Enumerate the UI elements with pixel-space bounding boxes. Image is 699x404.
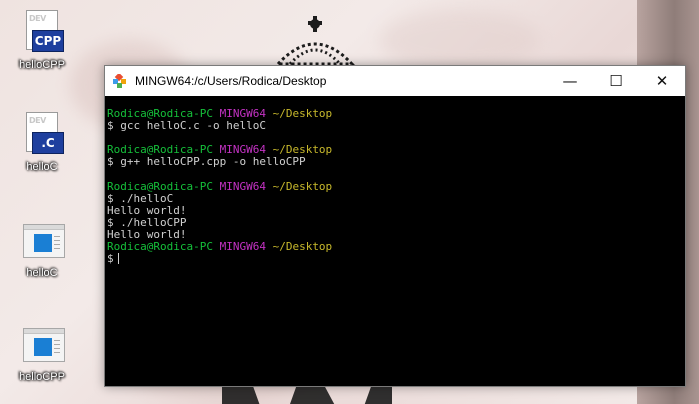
desktop-icon-helloc-exe[interactable]: helloC [12, 216, 72, 279]
scrollbar[interactable] [675, 97, 685, 385]
minimize-button[interactable]: — [547, 66, 593, 96]
prompt-line: Rodica@Rodica-PC MINGW64 ~/Desktop [107, 240, 333, 254]
desktop-icon-hellocpp-exe[interactable]: helloCPP [12, 320, 72, 383]
executable-icon [20, 216, 65, 264]
window-title: MINGW64:/c/Users/Rodica/Desktop [135, 74, 327, 88]
crown-ornament-icon [274, 16, 356, 66]
cpp-file-icon: DEV CPP [20, 8, 64, 56]
input-line[interactable]: $ [107, 253, 675, 265]
text-cursor [117, 253, 119, 265]
command-line: $ g++ helloCPP.cpp -o helloCPP [107, 155, 306, 169]
desktop-icon-label: helloCPP [19, 371, 65, 383]
wallpaper-ornament [222, 385, 392, 404]
maximize-button[interactable]: ☐ [593, 66, 639, 96]
command-line: $ gcc helloC.c -o helloC [107, 119, 266, 133]
git-bash-icon [113, 74, 126, 88]
desktop-icon-label: helloC [26, 267, 58, 279]
prompt-line: Rodica@Rodica-PC MINGW64 ~/Desktop [107, 179, 333, 193]
terminal-output[interactable]: Rodica@Rodica-PC MINGW64 ~/Desktop $ gcc… [105, 97, 675, 385]
command-line: $ ./helloCPP [107, 215, 187, 229]
input-prompt: $ [107, 252, 114, 266]
desktop-icon-helloc-source[interactable]: DEV .C helloC [12, 110, 72, 173]
desktop-icon-label: helloCPP [19, 59, 65, 71]
close-button[interactable]: ✕ [639, 66, 685, 96]
desktop-icon-hellocpp-source[interactable]: DEV CPP helloCPP [12, 8, 72, 71]
terminal-window[interactable]: MINGW64:/c/Users/Rodica/Desktop — ☐ ✕ Ro… [104, 65, 686, 387]
output-line: Hello world! [107, 203, 187, 217]
wallpaper-blot [380, 10, 540, 70]
desktop-icon-label: helloC [26, 161, 58, 173]
executable-icon [20, 320, 65, 368]
title-bar[interactable]: MINGW64:/c/Users/Rodica/Desktop — ☐ ✕ [105, 66, 685, 96]
command-line: $ ./helloC [107, 191, 174, 205]
c-file-icon: DEV .C [20, 110, 64, 158]
